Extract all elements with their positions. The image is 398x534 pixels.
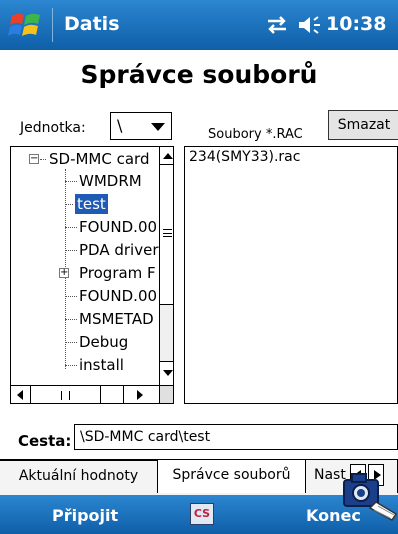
- tree-connector: [65, 250, 77, 251]
- windows-flag-icon[interactable]: [8, 8, 44, 42]
- tree-item-pda-driver[interactable]: PDA driver: [79, 240, 159, 260]
- connect-softkey[interactable]: Připojit: [52, 506, 118, 525]
- connectivity-arrows-icon[interactable]: [264, 14, 290, 36]
- scroll-down-arrow-icon[interactable]: [160, 361, 173, 385]
- tree-connector: [65, 342, 77, 343]
- tree-item-found-1[interactable]: FOUND.00: [79, 217, 157, 237]
- title-bar: Datis 10:38: [0, 0, 398, 50]
- chevron-down-icon: [151, 123, 165, 131]
- tree-item-wmdrm[interactable]: WMDRM: [79, 171, 142, 191]
- drive-dropdown[interactable]: \: [110, 112, 172, 140]
- tree-connector: [65, 296, 77, 297]
- tree-item-debug[interactable]: Debug: [79, 332, 128, 352]
- input-language-icon[interactable]: CS: [190, 503, 214, 525]
- page-title: Správce souborů: [80, 60, 318, 89]
- scroll-thumb[interactable]: [160, 165, 173, 305]
- title-separator: [52, 8, 53, 42]
- tab-bar: Aktuální hodnoty Správce souborů Nast: [0, 459, 398, 495]
- clock[interactable]: 10:38: [326, 13, 386, 35]
- scrollbar-corner: [159, 385, 173, 403]
- folder-tree[interactable]: − SD-MMC card WMDRM test FOUND.00 PDA dr…: [10, 146, 174, 404]
- tree-connector: [65, 181, 77, 182]
- horizontal-scroll-thumb[interactable]: [31, 386, 101, 403]
- tree-connector: [40, 159, 46, 160]
- tree-connector: [65, 319, 77, 320]
- tree-connector: [65, 227, 77, 228]
- path-field[interactable]: \SD-MMC card\test: [74, 424, 398, 450]
- speaker-icon[interactable]: [296, 14, 322, 36]
- files-label: Soubory *.RAC: [208, 127, 303, 142]
- tree-connector: [65, 204, 73, 205]
- tree-item-test[interactable]: test: [75, 194, 108, 214]
- tab-current-values[interactable]: Aktuální hodnoty: [0, 460, 158, 493]
- tree-item-found-2[interactable]: FOUND.00: [79, 286, 157, 306]
- tree-item-msmetad[interactable]: MSMETAD: [79, 309, 154, 329]
- tab-file-manager[interactable]: Správce souborů: [158, 460, 306, 493]
- path-label: Cesta:: [18, 432, 72, 450]
- grip-icon: [163, 229, 172, 237]
- expand-icon[interactable]: +: [59, 268, 69, 278]
- file-list[interactable]: 234(SMY33).rac: [184, 146, 398, 404]
- tree-horizontal-scrollbar[interactable]: [11, 385, 159, 403]
- drive-label: Jednotka:: [20, 120, 86, 136]
- tree-root[interactable]: SD-MMC card: [49, 149, 149, 169]
- tree-item-program-files[interactable]: Program F: [79, 263, 156, 283]
- scroll-left-arrow-icon[interactable]: [11, 386, 31, 403]
- tree-vertical-scrollbar[interactable]: [159, 147, 173, 385]
- tree-connector: [65, 365, 77, 366]
- delete-button[interactable]: Smazat: [328, 110, 398, 140]
- menu-bar: Připojit CS Konec: [0, 495, 398, 534]
- drive-value: \: [117, 116, 123, 135]
- app-title: Datis: [64, 13, 120, 35]
- tree-item-install[interactable]: install: [79, 355, 124, 375]
- collapse-icon[interactable]: −: [29, 154, 39, 164]
- file-item[interactable]: 234(SMY33).rac: [189, 149, 300, 165]
- scroll-up-arrow-icon[interactable]: [160, 147, 173, 165]
- camera-icon[interactable]: [340, 462, 398, 526]
- scroll-right-arrow-icon[interactable]: [123, 386, 159, 403]
